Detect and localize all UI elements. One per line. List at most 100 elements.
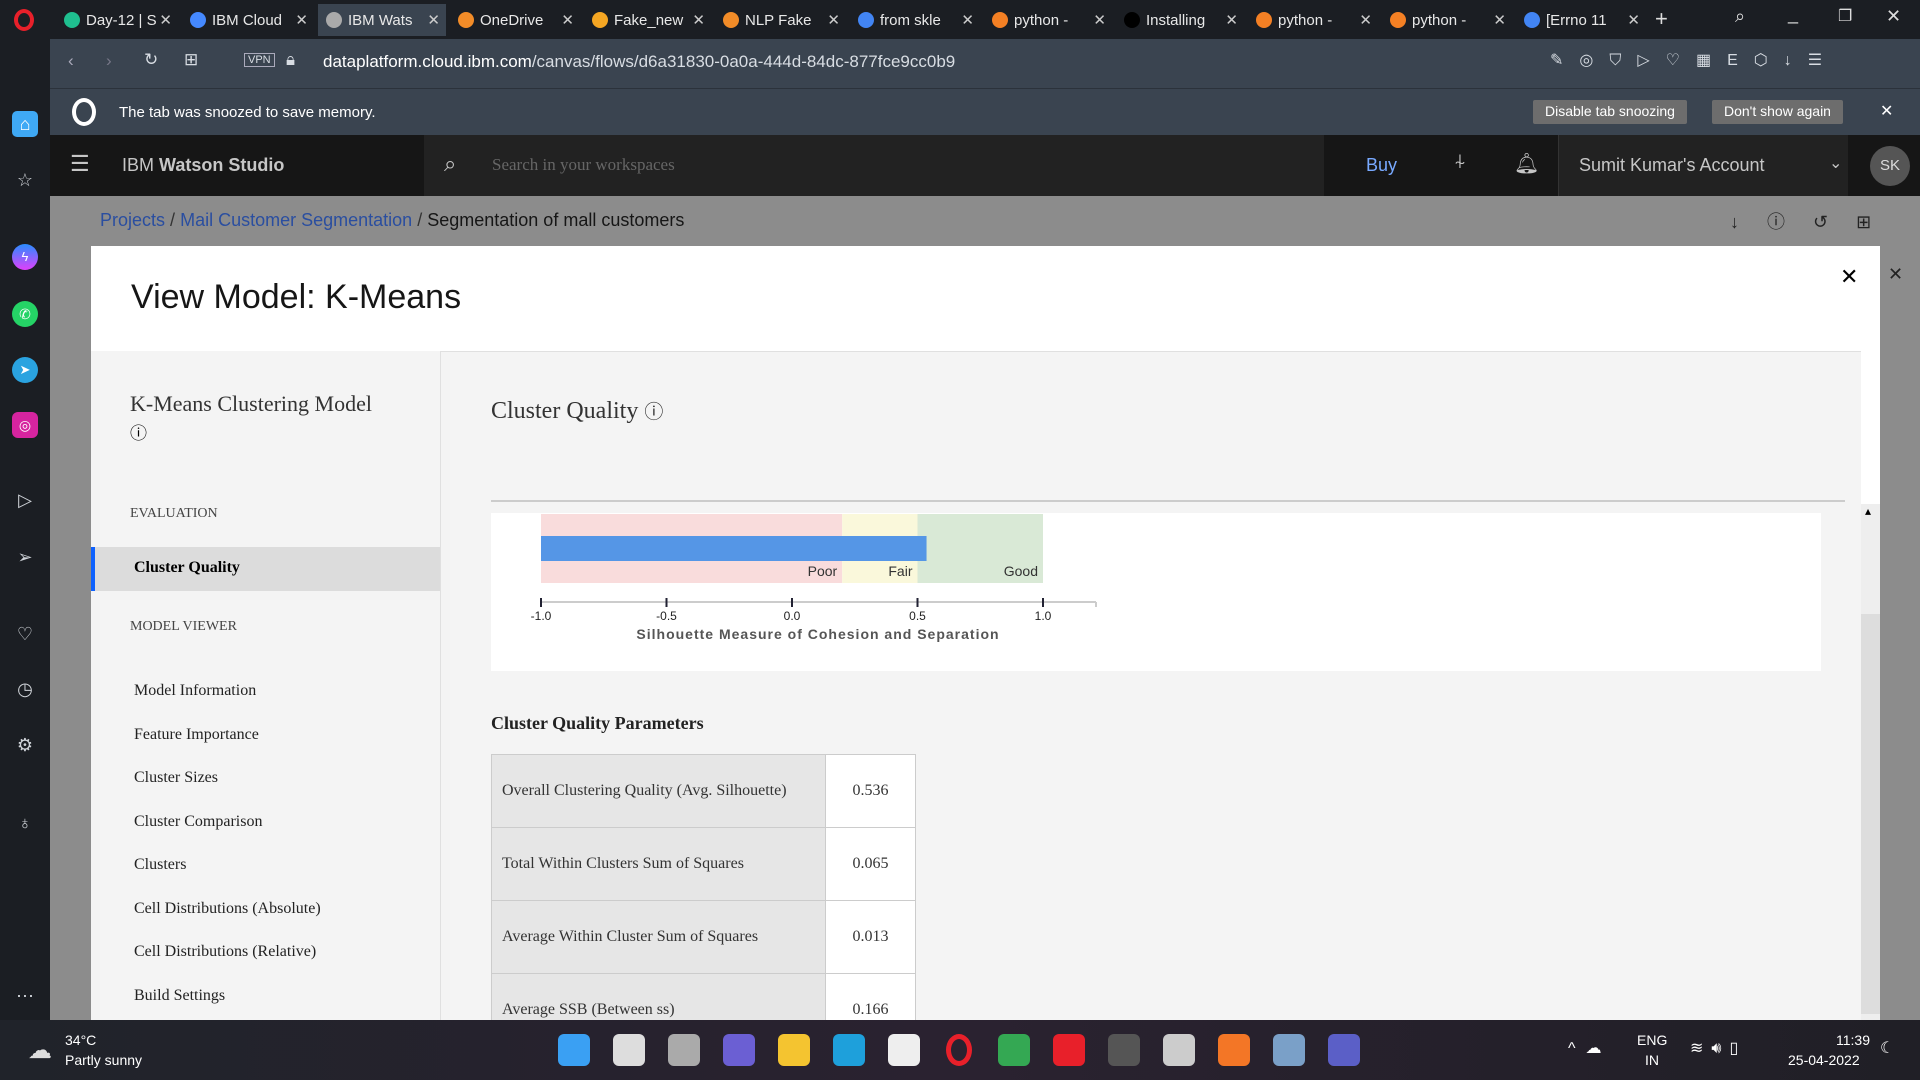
url-field[interactable]: dataplatform.cloud.ibm.com/canvas/flows/… [323,52,955,72]
telegram-icon[interactable]: ➤ [12,357,38,383]
browser-tab[interactable]: python - ✕ [1382,4,1512,36]
close-tab-icon[interactable]: ✕ [1359,11,1372,29]
player-icon[interactable]: ▷ [12,487,38,513]
reload-icon[interactable]: ↻ [144,50,158,70]
settings-icon[interactable] [1273,1034,1305,1066]
language[interactable]: ENG [1637,1032,1667,1048]
toolbar-icons[interactable]: ✎◎⛉▷♡▦E⬡↓☰ [1550,50,1838,70]
buy-link[interactable]: Buy [1366,155,1397,176]
close-tab-icon[interactable]: ✕ [692,11,705,29]
teams-icon[interactable] [1328,1034,1360,1066]
hamburger-menu-icon[interactable]: ☰ [70,151,90,177]
whatsapp-icon[interactable]: ✆ [12,301,38,327]
bookmarks-icon[interactable]: ☆ [12,167,38,193]
browser-tab[interactable]: Day-12 | S ✕ [56,4,178,36]
nav-item[interactable]: Feature Importance [134,726,259,744]
store-icon[interactable] [888,1034,920,1066]
more-icon[interactable]: ⋯ [12,983,38,1009]
back-icon[interactable]: ‹ [68,51,74,71]
region[interactable]: IN [1645,1052,1659,1068]
forward-icon[interactable]: › [106,51,112,71]
brand[interactable]: IBM Watson Studio [122,155,284,176]
browser-tab[interactable]: NLP Fake ✕ [715,4,846,36]
crumb-actions[interactable]: ↓ⓘ↺⊞ [1730,208,1899,234]
terminal-icon[interactable] [1108,1034,1140,1066]
close-tab-icon[interactable]: ✕ [1627,11,1640,29]
start-icon[interactable] [558,1034,590,1066]
info-icon[interactable]: ⓘ [644,402,663,423]
edge-icon[interactable] [833,1034,865,1066]
network-volume-battery[interactable]: ≋🔊︎▯ [1690,1038,1746,1058]
vpn-badge[interactable]: VPN [244,53,275,67]
breadcrumb-project[interactable]: Mail Customer Segmentation [180,210,412,230]
nav-item[interactable]: Cell Distributions (Absolute) [134,900,321,918]
browser-tab[interactable]: IBM Cloud ✕ [182,4,314,36]
scroll-up-icon[interactable]: ▴ [1865,504,1871,519]
notifications-icon[interactable]: 🔔︎ [1514,151,1539,176]
messenger-icon[interactable]: ϟ [12,244,38,270]
close-tab-icon[interactable]: ✕ [427,11,440,29]
minimize-button[interactable]: _ [1788,4,1798,25]
breadcrumb-projects[interactable]: Projects [100,210,165,230]
close-tab-icon[interactable]: ✕ [295,11,308,29]
settings-icon[interactable]: ⚙ [12,732,38,758]
nav-item[interactable]: Cell Distributions (Relative) [134,943,316,961]
opera-icon[interactable] [946,1034,972,1066]
search-icon[interactable] [613,1034,645,1066]
file-explorer-icon[interactable] [778,1034,810,1066]
home-icon[interactable]: ⌂ [12,111,38,137]
scroll-thumb[interactable] [1861,614,1880,1014]
history-icon[interactable]: ◷ [12,676,38,702]
wps-icon[interactable] [1053,1034,1085,1066]
tray-icons[interactable]: ^☁ [1568,1038,1612,1058]
chat-icon[interactable] [723,1034,755,1066]
search-tabs-icon[interactable]: ⌕ [1735,6,1745,27]
heart-icon[interactable]: ♡ [12,621,38,647]
close-tab-icon[interactable]: ✕ [961,11,974,29]
disable-tab-snoozing-button[interactable]: Disable tab snoozing [1533,100,1687,124]
tabs-grid-icon[interactable]: ⊞ [184,50,198,70]
close-window-button[interactable]: ✕ [1886,6,1901,27]
search-input[interactable]: Search in your workspaces [492,155,675,175]
browser-tab[interactable]: from skle ✕ [850,4,980,36]
notifications-moon-icon[interactable]: ☾ [1880,1038,1894,1058]
avatar[interactable]: SK [1870,146,1910,186]
close-tab-icon[interactable]: ✕ [561,11,574,29]
flow-icon[interactable]: ➢ [12,544,38,570]
close-tab-icon[interactable]: ✕ [1093,11,1106,29]
scrollbar[interactable]: ▴ [1861,504,1880,1021]
temperature[interactable]: 34°C [65,1032,96,1048]
weather-text[interactable]: Partly sunny [65,1052,142,1068]
restore-button[interactable]: ❐ [1838,6,1852,26]
close-tab-icon[interactable]: ✕ [1225,11,1238,29]
tips-icon[interactable]: ♁ [12,810,38,836]
instagram-icon[interactable]: ◎ [12,412,38,438]
model-info-icon[interactable]: ⓘ [130,419,147,444]
spider-icon[interactable] [1163,1034,1195,1066]
chrome-icon[interactable] [998,1034,1030,1066]
browser-tab[interactable]: OneDrive ✕ [450,4,580,36]
browser-tab[interactable]: python - ✕ [984,4,1112,36]
switcher-icon[interactable]: ⍭ [1454,151,1466,174]
weather-icon[interactable]: ☁ [28,1036,52,1065]
nav-item[interactable]: Build Settings [134,987,225,1005]
account-switcher[interactable]: Sumit Kumar's Account ⌄ [1558,135,1848,196]
new-tab-button[interactable]: + [1655,6,1668,32]
close-tab-icon[interactable]: ✕ [159,11,172,29]
browser-tab[interactable]: Installing ✕ [1116,4,1244,36]
nav-item[interactable]: Model Information [134,682,256,700]
dont-show-again-button[interactable]: Don't show again [1712,100,1843,124]
clock-date[interactable]: 25-04-2022 [1788,1052,1860,1068]
nav-item-cluster-quality[interactable]: Cluster Quality [91,547,440,591]
browser-tab[interactable]: IBM Wats ✕ [318,4,446,36]
browser-tab[interactable]: [Errno 11 ✕ [1516,4,1646,36]
browser-tab[interactable]: python - ✕ [1248,4,1378,36]
close-notification-icon[interactable]: ✕ [1880,101,1893,121]
nav-item[interactable]: Clusters [134,856,186,874]
close-tab-icon[interactable]: ✕ [827,11,840,29]
close-modal-icon[interactable]: ✕ [1840,264,1858,290]
clock-time[interactable]: 11:39 [1836,1032,1870,1048]
opera-logo-icon[interactable] [14,9,34,31]
task-view-icon[interactable] [668,1034,700,1066]
close-panel-icon[interactable]: ✕ [1888,264,1903,285]
